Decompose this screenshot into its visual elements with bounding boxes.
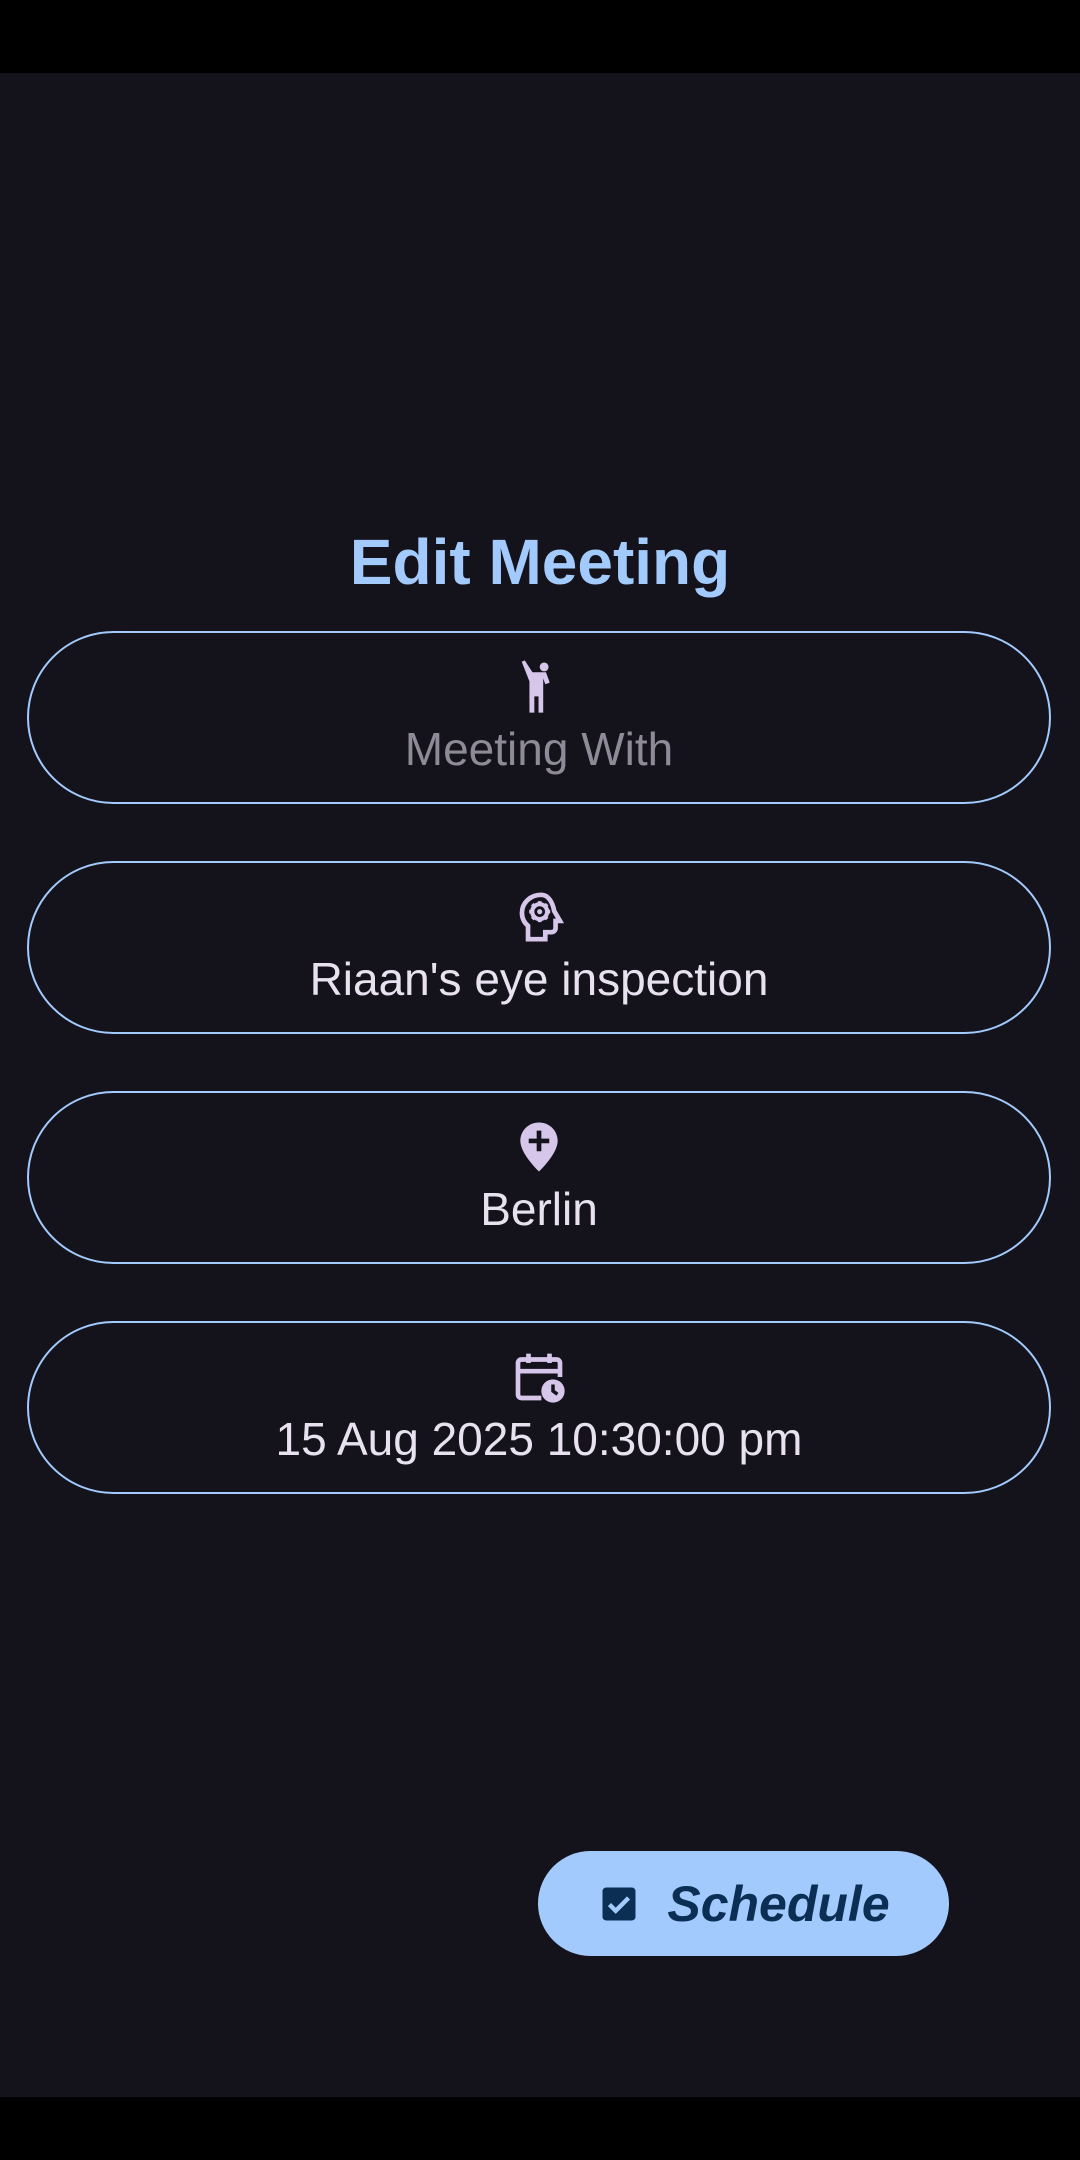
meeting-with-placeholder: Meeting With: [404, 722, 674, 775]
checkbox-checked-icon: [597, 1882, 641, 1926]
navigation-bar: [0, 2097, 1080, 2160]
status-bar: [0, 0, 1080, 73]
psychology-head-icon: [511, 889, 567, 945]
description-field[interactable]: Riaan's eye inspection: [27, 861, 1051, 1034]
schedule-button[interactable]: Schedule: [538, 1851, 949, 1956]
location-field[interactable]: Berlin: [27, 1091, 1051, 1264]
person-waving-icon: [511, 659, 567, 715]
calendar-clock-icon: [511, 1349, 567, 1405]
datetime-value: 15 Aug 2025 10:30:00 pm: [275, 1412, 803, 1465]
description-value: Riaan's eye inspection: [309, 952, 769, 1005]
datetime-field[interactable]: 15 Aug 2025 10:30:00 pm: [27, 1321, 1051, 1494]
schedule-label: Schedule: [667, 1875, 890, 1932]
edit-meeting-screen: [0, 73, 1080, 2097]
location-value: Berlin: [480, 1182, 598, 1235]
meeting-with-field[interactable]: Meeting With: [27, 631, 1051, 804]
add-location-icon: [511, 1119, 567, 1175]
page-title: Edit Meeting: [349, 526, 731, 598]
